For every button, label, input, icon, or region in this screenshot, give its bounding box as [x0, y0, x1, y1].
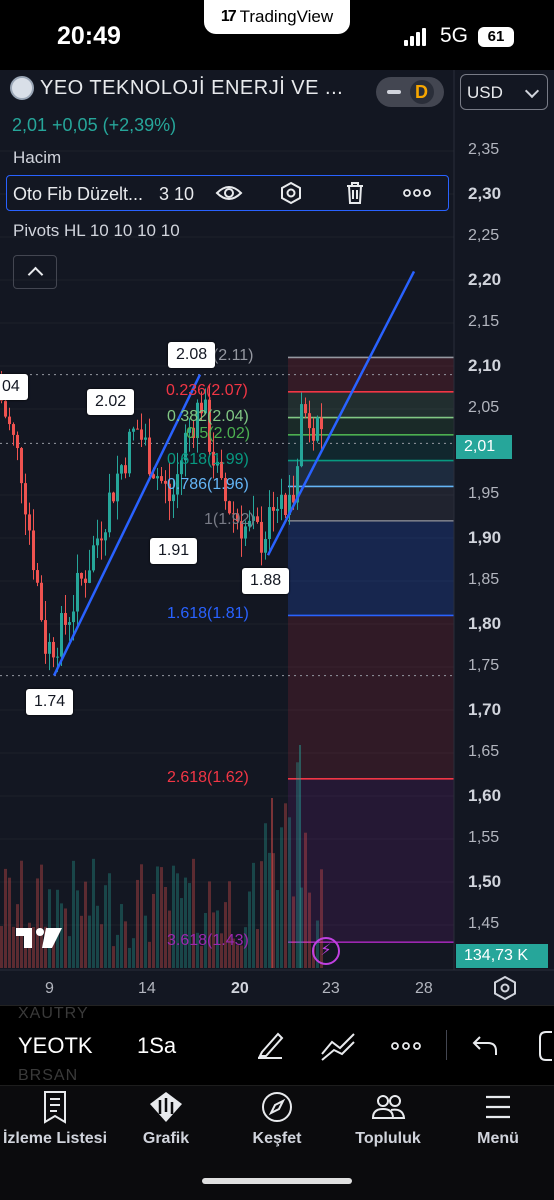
price-tick: 1,80 — [468, 614, 502, 633]
price-tick: 2,10 — [468, 356, 502, 375]
fib-indicator-name: Oto Fib Düzelt... — [13, 184, 144, 204]
signal-icon — [404, 28, 426, 46]
last-price-tag: 2,01 — [456, 435, 512, 459]
time-tick: 9 — [45, 980, 54, 997]
fib-label: 0.618(1.99) — [167, 450, 249, 468]
fib-label: 3.618(1.43) — [167, 932, 249, 950]
compass-icon — [262, 1092, 292, 1122]
fib-indicator-params: 3 10 — [159, 184, 195, 204]
toolbar-divider — [446, 1030, 447, 1060]
pivot-label: 2.08 — [168, 342, 216, 368]
price-tick: 2,20 — [468, 270, 502, 289]
pivot-label: 1.91 — [150, 538, 198, 564]
fib-indicator-row[interactable]: Oto Fib Düzelt... 3 10 — [6, 175, 449, 211]
volume-indicator-label[interactable]: Hacim — [13, 148, 61, 168]
price-tick: 1,70 — [468, 700, 502, 719]
price-tick: 2,15 — [468, 313, 500, 330]
pivots-indicator-label[interactable]: Pivots HL 10 10 10 10 — [13, 221, 180, 241]
settings-icon[interactable] — [279, 181, 303, 205]
price-change: 2,01 +0,05 (+2,39%) — [12, 115, 177, 135]
pivot-label: 1.74 — [26, 689, 74, 715]
currency-select[interactable]: USD — [460, 74, 548, 110]
eye-icon[interactable] — [215, 182, 243, 204]
price-tick: 2,05 — [468, 399, 500, 416]
more-icon[interactable] — [402, 188, 432, 198]
status-bar: 20:49 17 TradingView 5G 61 — [0, 0, 554, 70]
time-tick: 20 — [231, 980, 249, 997]
price-tick: 1,45 — [468, 915, 500, 932]
price-tick: 1,60 — [468, 786, 502, 805]
time-tick: 23 — [322, 980, 340, 997]
symbol-title[interactable]: YEO TEKNOLOJİ ENERJİ VE ... — [40, 77, 343, 100]
tradingview-label: TradingView — [239, 7, 334, 26]
interval-toggle[interactable]: D — [376, 77, 444, 107]
company-logo-icon — [10, 76, 34, 100]
fib-label: 1.618(1.81) — [167, 605, 249, 623]
chart-tab-icon — [150, 1092, 182, 1122]
pivot-label: 04 — [0, 374, 28, 400]
symbol-button[interactable]: YEOTK — [18, 1033, 93, 1059]
tradingview-pill: 17 TradingView — [204, 0, 350, 34]
interval-button[interactable]: 1Sa — [137, 1033, 176, 1059]
symbol-header[interactable]: YEO TEKNOLOJİ ENERJİ VE ... — [10, 76, 343, 100]
interval-badge: D — [409, 80, 434, 104]
fib-label: 1(1.92) — [204, 510, 255, 528]
lightning-icon[interactable]: ⚡ — [312, 937, 340, 965]
tradingview-logo-icon: 17 — [220, 8, 237, 25]
redo-icon[interactable] — [536, 1030, 554, 1062]
price-tick: 1,85 — [468, 571, 500, 588]
fib-label: 0.382(2.04) — [167, 407, 249, 425]
time-tick: 28 — [415, 980, 433, 997]
pivot-label: 2.02 — [87, 389, 135, 415]
price-tick: 1,50 — [468, 872, 502, 891]
community-icon — [371, 1095, 406, 1119]
tab-watchlist[interactable]: İzleme Listesi — [0, 1090, 110, 1147]
drawing-pen-icon[interactable] — [254, 1028, 286, 1062]
price-tick: 1,65 — [468, 743, 500, 760]
fib-label: 0.786(1.96) — [167, 476, 249, 494]
home-indicator — [202, 1178, 352, 1184]
network-type: 5G — [440, 24, 469, 47]
hamburger-menu-icon — [486, 1095, 510, 1119]
chart-settings-icon[interactable] — [492, 975, 518, 1001]
fib-label: 0.236(2.07) — [166, 381, 248, 399]
ghost-symbol-above: XAUTRY — [18, 1005, 89, 1022]
minus-icon — [386, 90, 401, 94]
tab-community[interactable]: Topluluk — [333, 1090, 443, 1147]
price-tick: 1,75 — [468, 657, 500, 674]
toolbar-more-icon[interactable] — [390, 1040, 422, 1052]
watchlist-icon — [44, 1091, 66, 1124]
price-tick: 2,35 — [468, 141, 500, 158]
tab-label: Grafik — [142, 1130, 190, 1147]
time-tick: 14 — [138, 980, 156, 997]
price-tick: 1,55 — [468, 829, 500, 846]
tab-chart[interactable]: Grafik — [111, 1090, 221, 1147]
tradingview-watermark-icon — [16, 928, 62, 948]
trash-icon[interactable] — [345, 181, 365, 205]
battery-icon: 61 — [478, 27, 514, 47]
tab-label: İzleme Listesi — [2, 1130, 108, 1147]
ghost-symbol-below: BRSAN — [18, 1067, 79, 1084]
currency-value: USD — [467, 83, 503, 102]
collapse-indicators-button[interactable] — [13, 255, 57, 289]
tab-label: Topluluk — [355, 1130, 421, 1147]
status-time: 20:49 — [57, 22, 121, 50]
pivot-label: 1.88 — [242, 568, 290, 594]
price-tick: 2,25 — [468, 227, 500, 244]
fib-label: 2.618(1.62) — [167, 768, 249, 786]
chevron-down-icon — [524, 83, 540, 99]
price-tick: 1,95 — [468, 485, 500, 502]
fib-label: 0.5(2.02) — [186, 424, 251, 442]
indicators-icon[interactable] — [320, 1028, 356, 1062]
undo-icon[interactable] — [470, 1033, 500, 1057]
tab-explore[interactable]: Keşfet — [222, 1090, 332, 1147]
tab-label: Menü — [477, 1130, 519, 1147]
price-tick: 1,90 — [468, 528, 502, 547]
tab-label: Keşfet — [252, 1130, 302, 1147]
price-tick: 2,30 — [468, 184, 502, 203]
tab-menu[interactable]: Menü — [443, 1090, 553, 1147]
volume-tag: 134,73 K — [456, 944, 548, 968]
